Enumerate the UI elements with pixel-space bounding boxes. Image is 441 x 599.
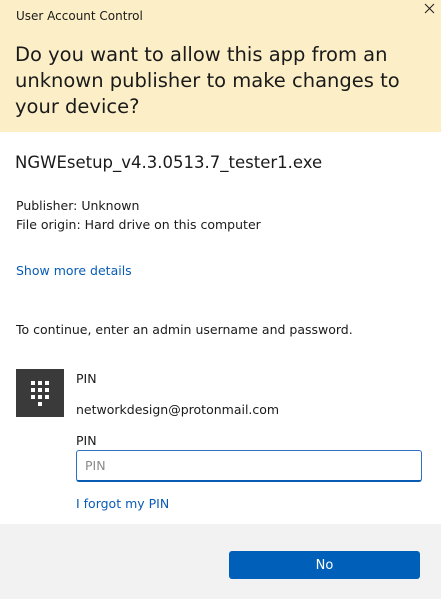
- forgot-pin-link[interactable]: I forgot my PIN: [76, 496, 169, 511]
- uac-dialog: User Account Control Do you want to allo…: [0, 0, 441, 599]
- warning-header: User Account Control Do you want to allo…: [0, 0, 441, 132]
- pin-keypad-icon: [31, 381, 49, 406]
- publisher-line: Publisher: Unknown: [16, 198, 140, 213]
- window-title: User Account Control: [16, 9, 143, 23]
- app-filename: NGWEsetup_v4.3.0513.7_tester1.exe: [15, 153, 323, 172]
- credential-tile[interactable]: [16, 369, 64, 417]
- close-button[interactable]: [419, 0, 441, 18]
- pin-field-label: PIN: [76, 433, 97, 448]
- account-email: networkdesign@protonmail.com: [76, 402, 280, 417]
- credential-instruction: To continue, enter an admin username and…: [16, 322, 353, 337]
- close-icon: [424, 3, 435, 14]
- uac-question: Do you want to allow this app from an un…: [15, 43, 400, 118]
- file-origin-line: File origin: Hard drive on this computer: [16, 217, 261, 232]
- no-button[interactable]: No: [229, 551, 420, 579]
- credential-method-label: PIN: [76, 371, 97, 386]
- show-more-details-link[interactable]: Show more details: [16, 263, 132, 278]
- pin-input[interactable]: [76, 450, 422, 482]
